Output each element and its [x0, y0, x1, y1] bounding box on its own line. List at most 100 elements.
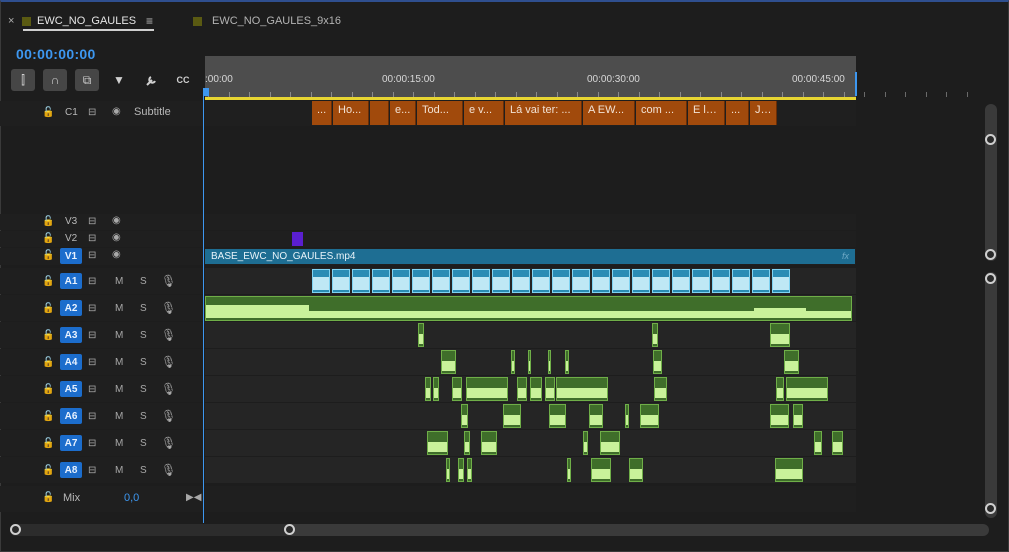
track-target-a8[interactable]: A8	[60, 462, 82, 478]
snap-magnet-icon[interactable]: ∩	[43, 69, 67, 91]
audio-vertical-scrollbar[interactable]	[985, 272, 997, 518]
graphic-clip-v2[interactable]	[292, 232, 303, 246]
mute-button[interactable]: M	[115, 330, 123, 341]
lock-icon[interactable]: 🔓	[42, 357, 54, 368]
audio-clip-a1[interactable]	[412, 269, 430, 293]
audio-clip[interactable]	[446, 458, 450, 482]
audio-clip-a1[interactable]	[632, 269, 650, 293]
audio-clip[interactable]	[776, 377, 784, 401]
audio-clip[interactable]	[567, 458, 571, 482]
sync-lock-icon[interactable]: ⊟	[88, 330, 96, 341]
playhead-handle[interactable]	[203, 88, 209, 96]
audio-clip[interactable]	[653, 350, 662, 374]
audio-clip-a1[interactable]	[372, 269, 390, 293]
sync-lock-icon[interactable]: ⊟	[88, 276, 96, 287]
playhead-line[interactable]	[203, 88, 204, 523]
audio-clip[interactable]	[793, 404, 803, 428]
linked-selection-icon[interactable]: ⧉	[75, 69, 99, 91]
wrench-icon[interactable]	[139, 69, 163, 91]
audio-clip-a1[interactable]	[532, 269, 550, 293]
subtitle-clip[interactable]: ...	[726, 101, 749, 125]
microphone-icon[interactable]: 🎙	[161, 409, 176, 423]
scroll-handle[interactable]	[985, 503, 996, 514]
audio-clip[interactable]	[832, 431, 843, 455]
audio-clip-a1[interactable]	[492, 269, 510, 293]
sync-lock-icon[interactable]: ⊟	[88, 438, 96, 449]
audio-clip[interactable]	[427, 431, 448, 455]
lock-icon[interactable]: 🔓	[42, 276, 54, 287]
audio-clip[interactable]	[517, 377, 527, 401]
sync-lock-icon[interactable]: ⊟	[88, 250, 96, 261]
subtitle-clip[interactable]: Ho...	[333, 101, 369, 125]
lock-icon[interactable]: 🔓	[42, 216, 54, 227]
audio-clip-a1[interactable]	[572, 269, 590, 293]
sync-lock-icon[interactable]: ⊟	[88, 303, 96, 314]
time-ruler[interactable]: :00:00 00:00:15:00 00:00:30:00 00:00:45:…	[205, 56, 856, 100]
lock-icon[interactable]: 🔓	[42, 233, 54, 244]
audio-clip[interactable]	[625, 404, 629, 428]
audio-clip[interactable]	[549, 404, 566, 428]
audio-clip-a1[interactable]	[392, 269, 410, 293]
audio-clip[interactable]	[503, 404, 521, 428]
eye-icon[interactable]: ◉	[112, 215, 121, 226]
mute-button[interactable]: M	[115, 384, 123, 395]
zoom-handle-right[interactable]	[284, 524, 295, 535]
video-vertical-scrollbar[interactable]	[985, 104, 997, 261]
subtitle-clip[interactable]: e v...	[464, 101, 504, 125]
track-target-a3[interactable]: A3	[60, 327, 82, 343]
sync-lock-icon[interactable]: ⊟	[88, 384, 96, 395]
scroll-handle[interactable]	[985, 249, 996, 260]
audio-clip[interactable]	[458, 458, 464, 482]
audio-clip[interactable]	[461, 404, 468, 428]
microphone-icon[interactable]: 🎙	[161, 301, 176, 315]
subtitle-clip[interactable]: Já...	[750, 101, 777, 125]
audio-clip-a1[interactable]	[692, 269, 710, 293]
add-marker-icon[interactable]: ▼	[107, 69, 131, 91]
lock-icon[interactable]: 🔓	[42, 250, 54, 261]
solo-button[interactable]: S	[140, 330, 147, 341]
lock-icon[interactable]: 🔓	[42, 492, 54, 503]
subtitle-clip[interactable]: ...	[312, 101, 332, 125]
audio-clip-a1[interactable]	[452, 269, 470, 293]
track-target-a4[interactable]: A4	[60, 354, 82, 370]
subtitle-clip[interactable]: A EW...	[583, 101, 635, 125]
audio-clip-a1[interactable]	[332, 269, 350, 293]
sync-lock-icon[interactable]: ⊟	[88, 233, 96, 244]
audio-clip[interactable]	[770, 323, 790, 347]
audio-clip[interactable]	[511, 350, 515, 374]
subtitle-clip[interactable]: e...	[390, 101, 416, 125]
audio-clip[interactable]	[545, 377, 555, 401]
audio-clip[interactable]	[784, 350, 799, 374]
microphone-icon[interactable]: 🎙	[161, 463, 176, 477]
subtitle-clip[interactable]: Lá vai ter: ...	[505, 101, 582, 125]
audio-clip[interactable]	[548, 350, 551, 374]
audio-clip-a1[interactable]	[752, 269, 770, 293]
subtitle-clip[interactable]: com ...	[636, 101, 687, 125]
audio-clip-a1[interactable]	[432, 269, 450, 293]
solo-button[interactable]: S	[140, 465, 147, 476]
audio-clip-a1[interactable]	[552, 269, 570, 293]
audio-clip[interactable]	[629, 458, 643, 482]
audio-clip[interactable]	[467, 458, 472, 482]
audio-clip[interactable]	[640, 404, 659, 428]
audio-clip[interactable]	[481, 431, 497, 455]
audio-clip[interactable]	[452, 377, 462, 401]
audio-clip-a1[interactable]	[612, 269, 630, 293]
go-to-end-icon[interactable]: ▶◀	[186, 492, 201, 503]
mute-button[interactable]: M	[115, 411, 123, 422]
eye-icon[interactable]: ◉	[112, 106, 121, 117]
scroll-handle[interactable]	[985, 273, 996, 284]
audio-clip[interactable]	[425, 377, 431, 401]
audio-clip[interactable]	[583, 431, 588, 455]
zoom-handle-left[interactable]	[10, 524, 21, 535]
track-target-a5[interactable]: A5	[60, 381, 82, 397]
audio-clip[interactable]	[464, 431, 470, 455]
audio-clip-a1[interactable]	[712, 269, 730, 293]
lock-icon[interactable]: 🔓	[42, 107, 54, 118]
track-target-v1[interactable]: V1	[60, 248, 82, 264]
audio-clip[interactable]	[418, 323, 424, 347]
audio-clip[interactable]	[433, 377, 439, 401]
close-tab-icon[interactable]: ×	[8, 15, 14, 27]
solo-button[interactable]: S	[140, 276, 147, 287]
lock-icon[interactable]: 🔓	[42, 438, 54, 449]
